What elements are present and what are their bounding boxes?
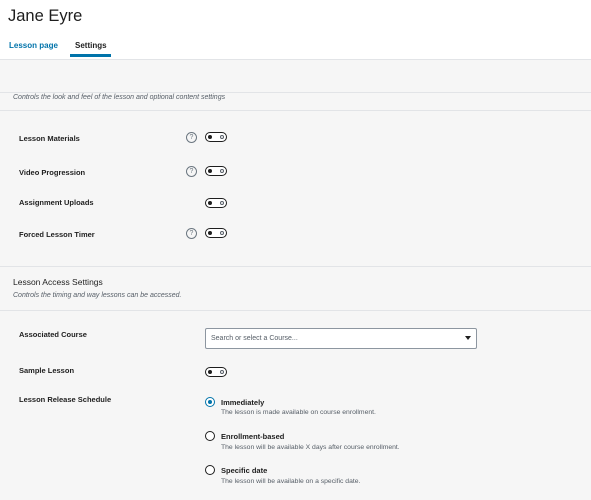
tab-settings[interactable]: Settings (75, 41, 107, 50)
caret-down-icon (465, 336, 471, 340)
section-divider (0, 266, 591, 267)
header-bar: Jane Eyre Lesson page Settings (0, 0, 591, 60)
assignment-uploads-toggle[interactable] (205, 198, 227, 208)
section-divider (0, 310, 591, 311)
specific-date-label: Specific date (221, 466, 268, 475)
tab-bar: Lesson page Settings (0, 38, 591, 60)
lesson-materials-label: Lesson Materials (19, 134, 80, 143)
immediately-label: Immediately (221, 398, 265, 407)
enrollment-based-label: Enrollment-based (221, 432, 285, 441)
sample-lesson-toggle[interactable] (205, 367, 227, 377)
radio-specific-date[interactable] (205, 465, 215, 475)
question-circle-icon[interactable]: ? (186, 228, 197, 239)
section-divider (0, 92, 591, 93)
video-progression-toggle[interactable] (205, 166, 227, 176)
radio-enrollment-based[interactable] (205, 431, 215, 441)
sample-lesson-label: Sample Lesson (19, 366, 75, 375)
assignment-uploads-label: Assignment Uploads (19, 198, 94, 207)
question-circle-icon[interactable]: ? (186, 132, 197, 143)
tab-lesson-page[interactable]: Lesson page (9, 41, 58, 50)
content-settings-description: Controls the look and feel of the lesson… (13, 94, 226, 101)
video-progression-label: Video Progression (19, 168, 86, 177)
forced-lesson-timer-toggle[interactable] (205, 228, 227, 238)
question-circle-icon[interactable]: ? (186, 166, 197, 177)
section-divider (0, 110, 591, 111)
access-settings-description: Controls the timing and way lessons can … (13, 292, 182, 299)
associated-course-label: Associated Course (19, 330, 87, 339)
immediately-help: The lesson is made available on course e… (221, 409, 376, 416)
course-select-placeholder: Search or select a Course... (211, 335, 298, 342)
forced-lesson-timer-label: Forced Lesson Timer (19, 230, 95, 239)
lesson-materials-toggle[interactable] (205, 132, 227, 142)
access-settings-title: Lesson Access Settings (13, 277, 103, 287)
active-tab-indicator (70, 54, 111, 57)
specific-date-help: The lesson will be available on a specif… (221, 478, 361, 485)
course-select[interactable]: Search or select a Course... (205, 328, 477, 349)
release-schedule-label: Lesson Release Schedule (19, 395, 112, 404)
radio-immediately[interactable] (205, 397, 215, 407)
enrollment-based-help: The lesson will be available X days afte… (221, 444, 400, 451)
page-title: Jane Eyre (8, 7, 83, 25)
